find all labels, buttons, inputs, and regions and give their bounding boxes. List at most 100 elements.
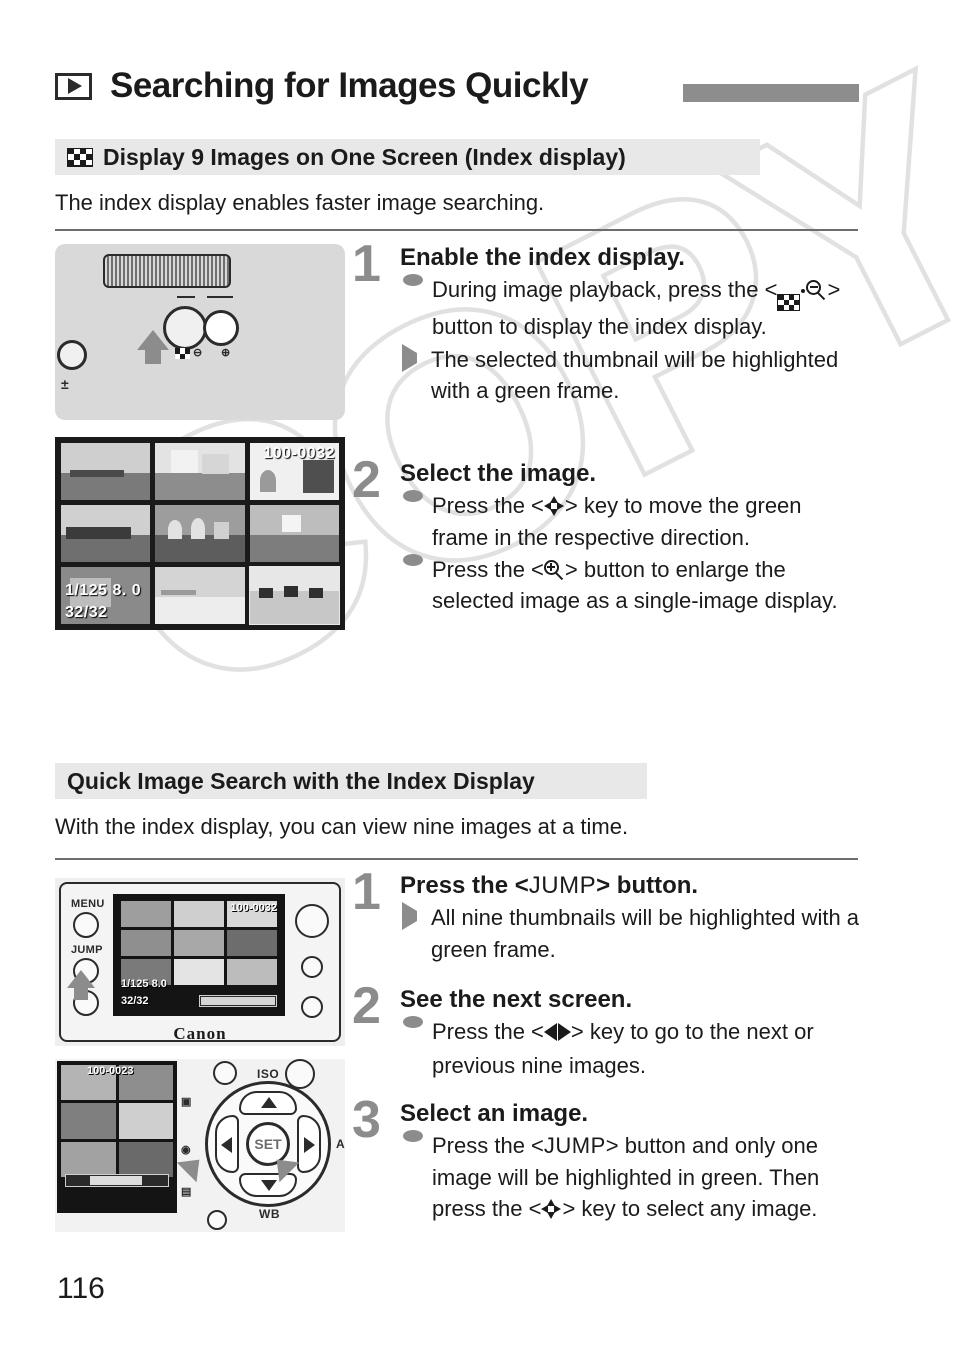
- info-button[interactable]: [301, 996, 323, 1018]
- print-share-icon: ▤: [181, 1186, 192, 1198]
- drive-mode-icon: ▣: [181, 1096, 192, 1108]
- side-button: [57, 340, 87, 370]
- zoom-out-icon: [806, 280, 827, 301]
- bullet-text: Press the < > key to go to the next or pr…: [432, 1019, 814, 1078]
- osd-file-number: 100-0032: [263, 445, 335, 462]
- step-number: 2: [352, 977, 381, 1035]
- thumbnail-8: [155, 567, 245, 624]
- up-arrow-icon: [261, 1097, 277, 1108]
- osd-exposure: 1/125 8. 0: [65, 582, 142, 599]
- header-accent-bar: [683, 84, 859, 102]
- section-1-heading-label: Display 9 Images on One Screen (Index di…: [103, 143, 626, 170]
- lcd-thumbnail-grid-partial: [61, 1065, 173, 1177]
- camera-back-lcd-illustration: 1/125 8.0 32/32 100-0032 MENU JUMP Canon: [55, 878, 345, 1046]
- metering-button[interactable]: [301, 956, 323, 978]
- result-arrow-icon: [402, 343, 422, 372]
- bullet-dot-icon: [403, 1016, 423, 1029]
- step-number: 2: [352, 451, 381, 509]
- multi-controller-pad[interactable]: SET ISO WB AF: [205, 1067, 345, 1221]
- bullet-text: All nine thumbnails will be highlighted …: [431, 905, 860, 962]
- step-2-2: 2 See the next screen. Press the < > key …: [352, 980, 862, 1081]
- bullet-text: Press the <JUMP> button and only one ima…: [432, 1133, 820, 1221]
- bullet-text: The selected thumbnail will be highlight…: [431, 346, 839, 403]
- playback-icon: [55, 72, 92, 100]
- left-arrow-icon: [221, 1137, 232, 1153]
- top-right-button[interactable]: [285, 1059, 315, 1089]
- bottom-button[interactable]: [207, 1210, 227, 1230]
- index-display-screen: 100-0032 1/125 8. 0 32/32: [55, 437, 345, 630]
- lcd-osd-file-number: 100-0023: [87, 1065, 134, 1077]
- exposure-compensation-mark: ±: [61, 376, 69, 392]
- zoom-in-icon: [543, 559, 565, 581]
- index-zoom-out-icon: [777, 294, 801, 312]
- bullet-dot-icon: [403, 553, 423, 566]
- bullet-dot-icon: [403, 490, 423, 503]
- top-button[interactable]: [213, 1061, 237, 1085]
- bullet-item: The selected thumbnail will be highlight…: [400, 343, 862, 406]
- manual-page: COPY Searching for Images Quickly Displa…: [0, 0, 954, 1345]
- separator-dot-icon: [801, 289, 806, 294]
- guide-line-1: [177, 296, 195, 298]
- press-arrow-stem: [145, 350, 161, 364]
- cross-keys-icon: [543, 496, 565, 517]
- bullet-item: During image playback, press the < > butt…: [400, 274, 862, 342]
- metering-mode-icon: ◉: [181, 1144, 191, 1156]
- step-bullets: Press the <JUMP> button and only one ima…: [400, 1130, 862, 1224]
- section-2-heading-label: Quick Image Search with the Index Displa…: [67, 767, 535, 794]
- step-title: Press the <JUMP> button.: [400, 872, 699, 899]
- lcd-osd-count: 32/32: [121, 995, 149, 1007]
- menu-button-label: MENU: [71, 898, 105, 910]
- jump-glyph: JUMP: [543, 1133, 606, 1159]
- mode-dial: [103, 254, 231, 288]
- index-display-icon: [67, 147, 93, 167]
- section-1-heading: Display 9 Images on One Screen (Index di…: [55, 139, 760, 175]
- step-number: 1: [352, 863, 381, 921]
- page-number: 116: [57, 1272, 105, 1305]
- right-arrow-icon: [304, 1137, 315, 1153]
- lcd-screen-partial: 100-0023: [57, 1061, 177, 1213]
- lcd-osd-exposure: 1/125 8.0: [121, 978, 167, 990]
- thumbnail-9-selected: [248, 566, 341, 625]
- step-title: Enable the index display.: [400, 244, 685, 271]
- bullet-item: Press the < > key to move the green frame…: [400, 490, 862, 552]
- lcd-scrollbar: [65, 1174, 169, 1187]
- af-label: AF: [336, 1137, 345, 1151]
- press-arrow-head: [137, 330, 169, 350]
- step-title: Select the image.: [400, 460, 597, 487]
- lcd-scrollbar: [199, 995, 277, 1007]
- zoom-out-mark: ⊖: [193, 347, 203, 359]
- section-2-divider: [55, 858, 858, 860]
- result-arrow-icon: [402, 902, 422, 931]
- bullet-item: Press the < > key to go to the next or pr…: [400, 1016, 862, 1080]
- thumbnail-4: [61, 505, 151, 562]
- step-title: See the next screen.: [400, 986, 633, 1013]
- bullet-item: All nine thumbnails will be highlighted …: [400, 902, 862, 964]
- iso-label: ISO: [257, 1067, 280, 1081]
- bullet-dot-icon: [403, 274, 423, 287]
- step-bullets: During image playback, press the < > butt…: [400, 274, 862, 406]
- thumbnail-1: [61, 443, 151, 500]
- section-2-heading: Quick Image Search with the Index Displa…: [55, 763, 647, 799]
- right-dial[interactable]: [295, 904, 329, 938]
- bullet-dot-icon: [403, 1130, 423, 1143]
- bullet-text: Press the < > key to move the green frame…: [432, 493, 802, 550]
- step-2-1: 1 Press the <JUMP> button. All nine thum…: [352, 866, 862, 965]
- press-arrow-stem: [74, 988, 88, 1000]
- zoom-in-mark: ⊕: [221, 347, 231, 359]
- section-2-lead: With the index display, you can view nin…: [55, 814, 629, 839]
- menu-button[interactable]: [73, 912, 99, 938]
- index-mark-icon: [175, 348, 190, 359]
- cross-keys-icon: [541, 1198, 562, 1220]
- step-2-3: 3 Select an image. Press the <JUMP> butt…: [352, 1094, 862, 1224]
- thumbnail-2: [155, 443, 245, 500]
- step-title: Select an image.: [400, 1100, 589, 1127]
- shutter-button: [203, 310, 239, 346]
- section-1-lead: The index display enables faster image s…: [55, 190, 545, 215]
- bullet-item: Press the < > button to enlarge the selec…: [400, 553, 862, 616]
- jump-button-label: JUMP: [71, 944, 103, 956]
- thumbnail-6: [249, 505, 339, 562]
- multi-controller-illustration: 100-0023 SET ISO WB AF: [55, 1059, 345, 1232]
- bullet-item: Press the <JUMP> button and only one ima…: [400, 1130, 862, 1224]
- step-bullets: Press the < > key to move the green frame…: [400, 490, 862, 616]
- camera-top-controls-illustration: ⊖ ⊕ ±: [55, 244, 345, 420]
